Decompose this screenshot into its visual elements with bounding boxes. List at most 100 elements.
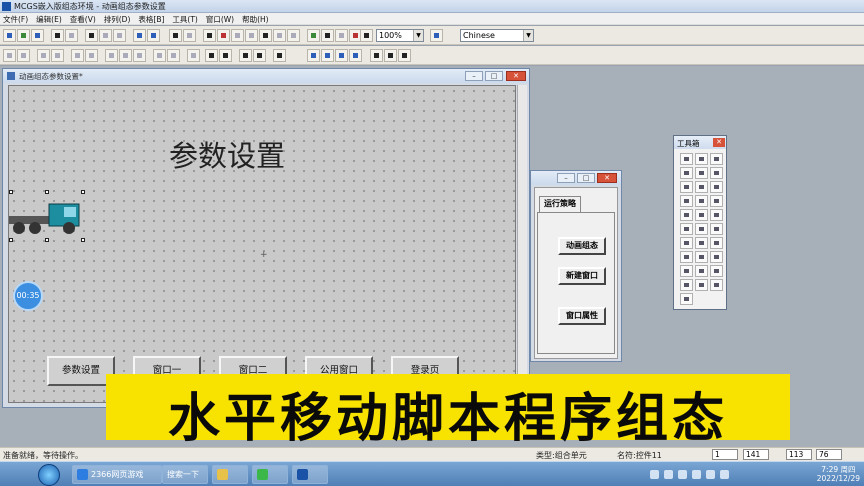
menu-window[interactable]: 窗口(W) <box>202 13 238 24</box>
mode-icon[interactable] <box>183 29 196 42</box>
dynamic-tool-icon[interactable] <box>710 195 723 207</box>
unlock-object-icon[interactable] <box>384 49 397 62</box>
rectangle-tool-icon[interactable] <box>680 167 693 179</box>
close-button[interactable]: ✕ <box>597 173 617 183</box>
params-button[interactable]: 参数设置 <box>47 356 115 386</box>
arc-tool-icon[interactable] <box>710 153 723 165</box>
preview-icon[interactable] <box>65 29 78 42</box>
minimize-button[interactable]: – <box>465 71 483 81</box>
close-button[interactable]: ✕ <box>506 71 526 81</box>
task-browser[interactable]: 2366网页游戏 <box>72 465 162 484</box>
flip-v-icon[interactable] <box>253 49 266 62</box>
lock-object-icon[interactable] <box>370 49 383 62</box>
redo-icon[interactable] <box>147 29 160 42</box>
cut-icon[interactable] <box>85 29 98 42</box>
button-tool-icon[interactable] <box>710 209 723 221</box>
selection-handle[interactable] <box>9 238 13 242</box>
bring-front-icon[interactable] <box>187 49 200 62</box>
same-height-icon[interactable] <box>119 49 132 62</box>
grid-icon[interactable] <box>259 29 272 42</box>
selection-handle[interactable] <box>81 238 85 242</box>
selection-handle[interactable] <box>45 238 49 242</box>
panel-tool-icon[interactable] <box>710 279 723 291</box>
menu-edit[interactable]: 编辑(E) <box>32 13 66 24</box>
font-icon[interactable] <box>430 29 443 42</box>
space-v-icon[interactable] <box>167 49 180 62</box>
task-mcgs[interactable] <box>292 465 328 484</box>
ungroup-icon[interactable] <box>321 49 334 62</box>
flag-icon[interactable] <box>720 470 729 479</box>
security-icon[interactable] <box>692 470 701 479</box>
rotate-left-icon[interactable] <box>205 49 218 62</box>
layout-icon[interactable] <box>287 29 300 42</box>
vertical-scrollbar[interactable] <box>517 85 527 403</box>
selection-handle[interactable] <box>81 190 85 194</box>
space-h-icon[interactable] <box>153 49 166 62</box>
align-left-icon[interactable] <box>3 49 16 62</box>
table-tool-icon[interactable] <box>680 265 693 277</box>
combine-icon[interactable] <box>335 49 348 62</box>
new-window-button[interactable]: 新建窗口 <box>558 267 606 285</box>
bitmap-tool-icon[interactable] <box>710 181 723 193</box>
format-icon[interactable] <box>217 29 230 42</box>
open-file-icon[interactable] <box>17 29 30 42</box>
maximize-button[interactable]: □ <box>485 71 503 81</box>
help-pointer-icon[interactable] <box>360 29 373 42</box>
close-icon[interactable]: ✕ <box>713 138 725 147</box>
flip-h-icon[interactable] <box>239 49 252 62</box>
rotate-tool-icon[interactable] <box>710 223 723 235</box>
combo-tool-icon[interactable] <box>695 279 708 291</box>
tool-settings-icon[interactable] <box>169 29 182 42</box>
menu-view[interactable]: 查看(V) <box>66 13 100 24</box>
power-icon[interactable] <box>706 470 715 479</box>
design-canvas[interactable]: 参数设置 + 参数设置 窗口一 窗口二 公用窗口 登录页 <box>8 85 516 403</box>
canvas-title-label[interactable]: 参数设置 <box>169 133 285 175</box>
label-tool-icon[interactable] <box>680 209 693 221</box>
polygon-tool-icon[interactable] <box>680 181 693 193</box>
paste-icon[interactable] <box>113 29 126 42</box>
zoom-select[interactable]: 100% ▼ <box>376 29 424 42</box>
network-icon[interactable] <box>650 470 659 479</box>
input-tool-icon[interactable] <box>695 209 708 221</box>
align-right-icon[interactable] <box>17 49 30 62</box>
undo-icon[interactable] <box>133 29 146 42</box>
same-width-icon[interactable] <box>105 49 118 62</box>
menu-table[interactable]: 表格[B] <box>134 13 168 24</box>
clock[interactable]: 7:29 周四 2022/12/29 <box>817 465 860 483</box>
run-icon[interactable] <box>321 29 334 42</box>
split-icon[interactable] <box>349 49 362 62</box>
line-tool-icon[interactable] <box>695 153 708 165</box>
volume-icon[interactable] <box>664 470 673 479</box>
copy-icon[interactable] <box>99 29 112 42</box>
image-tool-icon[interactable] <box>680 293 693 305</box>
truck-graphic[interactable] <box>9 190 89 242</box>
lock-icon[interactable] <box>273 49 286 62</box>
menu-arrange[interactable]: 排列(D) <box>100 13 135 24</box>
alarm-tool-icon[interactable] <box>710 251 723 263</box>
maximize-button[interactable]: □ <box>577 173 595 183</box>
library-tool-icon[interactable] <box>680 195 693 207</box>
group-icon[interactable] <box>307 49 320 62</box>
ellipse-tool-icon[interactable] <box>710 167 723 179</box>
list-tool-icon[interactable] <box>680 279 693 291</box>
new-file-icon[interactable] <box>3 29 16 42</box>
scale-tool-icon[interactable] <box>680 237 693 249</box>
print-icon[interactable] <box>51 29 64 42</box>
start-button[interactable] <box>38 464 60 486</box>
window-properties-button[interactable]: 窗口属性 <box>558 307 606 325</box>
flow-tool-icon[interactable] <box>695 195 708 207</box>
task-wechat[interactable] <box>252 465 288 484</box>
check-icon[interactable] <box>307 29 320 42</box>
same-size-icon[interactable] <box>133 49 146 62</box>
save-icon[interactable] <box>31 29 44 42</box>
layer-icon[interactable] <box>398 49 411 62</box>
rounded-rect-tool-icon[interactable] <box>695 167 708 179</box>
menu-tools[interactable]: 工具(T) <box>168 13 201 24</box>
align-bottom-icon[interactable] <box>51 49 64 62</box>
list-icon[interactable] <box>273 29 286 42</box>
align-top-icon[interactable] <box>37 49 50 62</box>
indicator-tool-icon[interactable] <box>710 237 723 249</box>
task-search[interactable]: 搜索一下 <box>162 465 208 484</box>
ime-icon[interactable] <box>678 470 687 479</box>
align-icon[interactable] <box>203 29 216 42</box>
